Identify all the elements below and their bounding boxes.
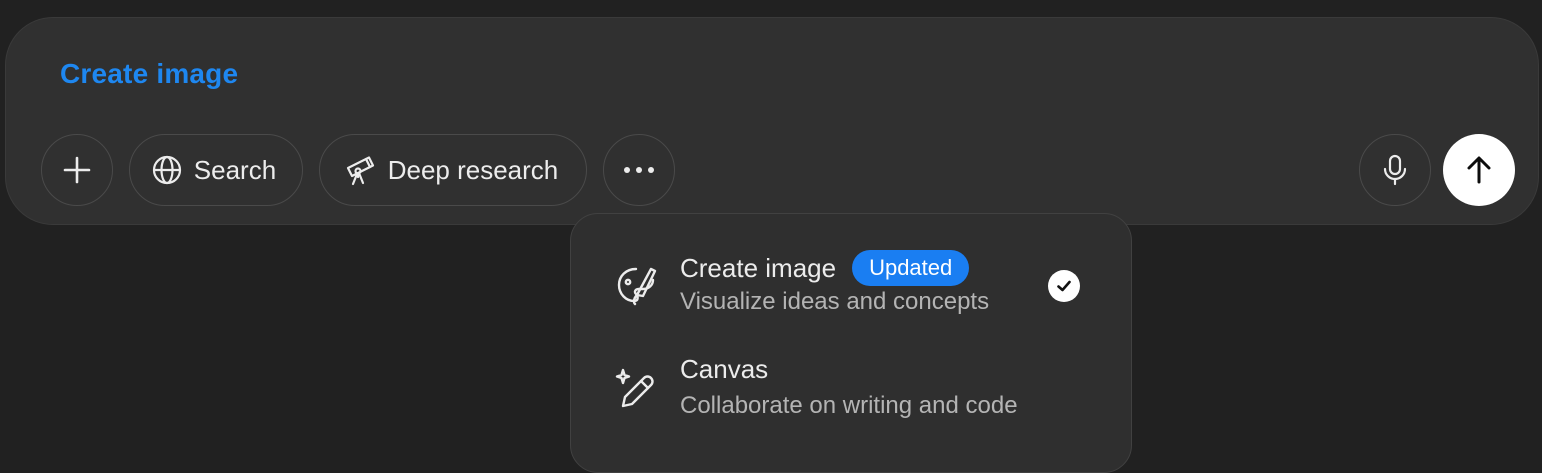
send-button[interactable] [1443, 134, 1515, 206]
add-attachment-button[interactable] [41, 134, 113, 206]
menu-item-title: Canvas [680, 354, 768, 385]
updated-badge: Updated [852, 250, 970, 286]
plus-icon [63, 156, 91, 184]
ellipsis-icon [624, 167, 654, 173]
menu-item-canvas[interactable]: Canvas Collaborate on writing and code [571, 340, 1131, 436]
arrow-up-icon [1467, 156, 1491, 184]
microphone-icon [1383, 154, 1407, 186]
globe-icon [152, 155, 181, 185]
menu-item-title: Create image Updated [680, 250, 970, 286]
composer: Create image Search Deep research [5, 17, 1539, 225]
tools-dropdown-menu: Create image Updated Visualize ideas and… [570, 213, 1132, 473]
menu-item-create-image[interactable]: Create image Updated Visualize ideas and… [571, 236, 1131, 332]
search-button-label: Search [193, 154, 277, 185]
search-button[interactable]: Search [129, 134, 303, 206]
deep-research-button[interactable]: Deep research [319, 134, 587, 206]
pencil-sparkle-icon [615, 368, 654, 408]
telescope-icon [346, 156, 374, 186]
deep-research-button-label: Deep research [387, 154, 559, 185]
menu-item-subtitle: Collaborate on writing and code [680, 392, 1018, 419]
paint-palette-icon [617, 267, 657, 306]
menu-item-title-text: Canvas [680, 354, 769, 384]
active-mode-tag[interactable]: Create image [60, 58, 238, 90]
selected-check-icon [1048, 270, 1080, 302]
menu-item-subtitle: Visualize ideas and concepts [680, 288, 990, 315]
dictate-button[interactable] [1359, 134, 1431, 206]
more-tools-button[interactable] [603, 134, 675, 206]
menu-item-title-text: Create image [680, 252, 837, 283]
